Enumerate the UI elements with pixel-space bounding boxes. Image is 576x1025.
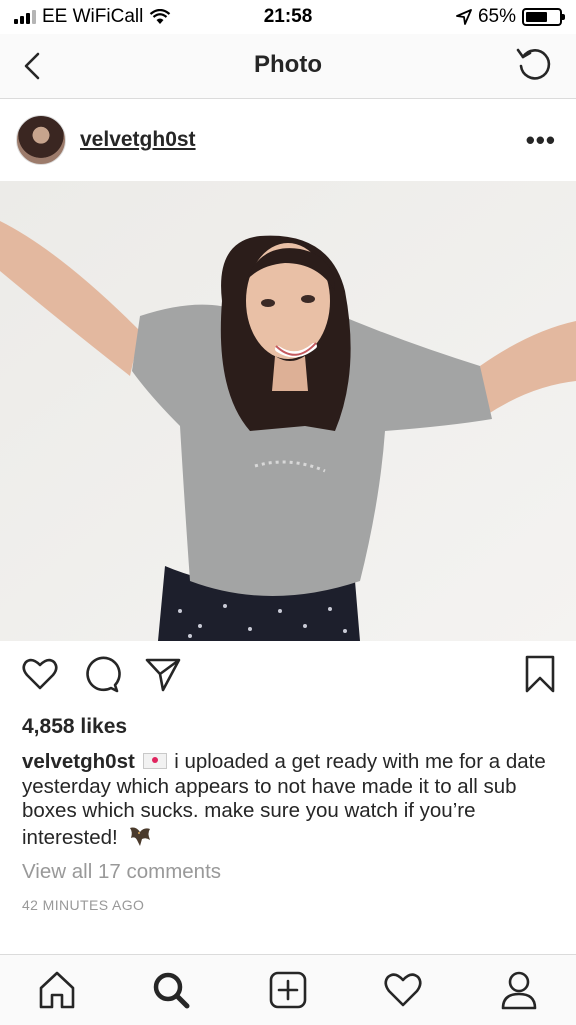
status-right: 65% — [456, 6, 565, 28]
post-username[interactable]: velvetgh0st — [80, 128, 196, 152]
caption-username[interactable]: velvetgh0st — [22, 750, 135, 773]
like-count[interactable]: 4,858 likes — [22, 715, 127, 739]
battery-icon — [522, 8, 565, 26]
nav-bar: Photo — [0, 34, 576, 99]
bookmark-icon[interactable] — [520, 654, 560, 694]
comment-icon[interactable] — [82, 654, 122, 694]
avatar[interactable] — [16, 115, 66, 165]
heart-icon[interactable] — [20, 654, 60, 694]
home-icon[interactable] — [35, 968, 79, 1012]
battery-percent: 65% — [477, 6, 516, 27]
send-icon[interactable] — [143, 654, 183, 694]
profile-icon[interactable] — [497, 968, 541, 1012]
refresh-icon[interactable] — [514, 44, 554, 84]
post-timestamp: 42 MINUTES AGO — [22, 897, 145, 913]
love-letter-emoji-icon — [142, 753, 167, 769]
view-all-comments-link[interactable]: View all 17 comments — [22, 860, 221, 884]
post-caption: velvetgh0st i uploaded a get ready with … — [22, 750, 552, 850]
search-icon[interactable] — [149, 968, 193, 1012]
post-header: velvetgh0st ••• — [0, 99, 576, 181]
status-bar: EE WiFiCall 21:58 65% — [0, 0, 576, 34]
add-post-icon[interactable] — [266, 968, 310, 1012]
location-arrow-icon — [456, 9, 472, 25]
bat-emoji-icon — [130, 827, 151, 846]
action-bar — [0, 654, 576, 702]
more-options-icon[interactable]: ••• — [526, 125, 556, 156]
activity-heart-icon[interactable] — [381, 968, 425, 1012]
bottom-tab-bar — [0, 954, 576, 1025]
post-photo[interactable] — [0, 181, 576, 641]
photo-illustration — [0, 181, 576, 641]
page-title: Photo — [254, 51, 322, 78]
